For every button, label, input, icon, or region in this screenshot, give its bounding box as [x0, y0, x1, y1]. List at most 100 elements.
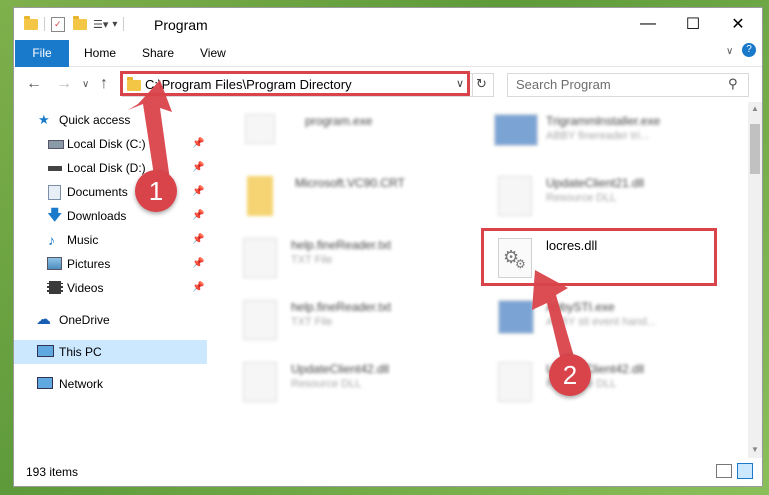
nav-item-quick-access[interactable]: ★ Quick access [14, 108, 207, 132]
file-item[interactable]: UpdateClient42.dll Resource DLL [486, 356, 726, 412]
computer-icon [37, 345, 54, 357]
file-description: TXT File [291, 316, 333, 328]
forward-button[interactable]: → [56, 75, 72, 93]
documents-icon [48, 185, 61, 200]
file-name: Microsoft.VC90.CRT [295, 176, 405, 190]
callout-2: 2 [549, 354, 591, 396]
pin-icon[interactable]: 📌 [192, 228, 204, 252]
nav-item-downloads[interactable]: 🡇 Downloads 📌 [14, 204, 207, 228]
file-item[interactable]: UpdateClient42.dll Resource DLL [231, 356, 471, 412]
maximize-button[interactable]: ☐ [670, 8, 716, 40]
tab-share[interactable]: Share [130, 40, 186, 66]
divider [123, 17, 125, 31]
tab-home[interactable]: Home [72, 40, 128, 66]
pin-icon[interactable]: 📌 [192, 132, 204, 156]
file-description: Resource DLL [546, 192, 617, 204]
nav-item-music[interactable]: ♪ Music 📌 [14, 228, 207, 252]
nav-item-local-disk-c[interactable]: Local Disk (C:) 📌 [14, 132, 207, 156]
folder-icon [24, 15, 38, 30]
file-name: UpdateClient21.dll [546, 176, 645, 190]
divider [472, 74, 473, 96]
file-name: help.fineReader.txt [291, 238, 392, 252]
pin-icon[interactable]: 📌 [192, 276, 204, 300]
scrollbar-thumb[interactable] [750, 124, 760, 174]
nav-item-this-pc[interactable]: This PC [14, 340, 207, 364]
nav-label: Quick access [59, 113, 131, 127]
vertical-scrollbar[interactable]: ▲ ▼ [748, 102, 762, 458]
tab-view[interactable]: View [188, 40, 238, 66]
file-item[interactable]: AbbySTI.exe ABBY sti event hand... [486, 294, 726, 350]
file-name: Trigrammlnstaller.exe [546, 114, 661, 128]
back-button[interactable]: ← [26, 75, 42, 93]
scroll-down-icon[interactable]: ▼ [751, 445, 759, 454]
pin-icon[interactable]: 📌 [192, 252, 204, 276]
up-button[interactable]: ↑ [100, 75, 108, 93]
quick-access-toolbar: ✓ ☰▾ ▾ [24, 15, 130, 32]
file-item[interactable]: UpdateClient21.dll Resource DLL [486, 170, 726, 226]
large-icons-view-icon[interactable] [737, 463, 753, 479]
nav-label: Downloads [67, 209, 127, 223]
text-file-icon [243, 238, 277, 278]
nav-label: This PC [59, 345, 102, 359]
properties-icon[interactable]: ✓ [51, 16, 65, 32]
address-row: ← → ∨ ↑ C:\Program Files\Program Directo… [14, 67, 762, 101]
navigation-pane: ★ Quick access Local Disk (C:) 📌 Local D… [14, 102, 207, 458]
file-name: UpdateClient42.dll [291, 362, 390, 376]
scroll-up-icon[interactable]: ▲ [751, 104, 759, 113]
file-description: TXT File [291, 254, 333, 266]
callout-1: 1 [135, 170, 177, 212]
chevron-down-icon[interactable]: ▾ [112, 19, 117, 30]
exe-icon [498, 300, 534, 334]
dll-icon [498, 176, 532, 216]
search-placeholder: Search Program [516, 77, 611, 92]
nav-item-local-disk-d[interactable]: Local Disk (D:) 📌 [14, 156, 207, 180]
nav-item-pictures[interactable]: Pictures 📌 [14, 252, 207, 276]
drive-icon [48, 140, 64, 149]
nav-item-network[interactable]: Network [14, 372, 207, 396]
help-icon[interactable]: ? [742, 43, 756, 57]
address-highlight [120, 71, 470, 96]
pin-icon[interactable]: 📌 [192, 204, 204, 228]
ribbon-tabs: File Home Share View ∨ ? [14, 40, 762, 96]
file-item[interactable]: program.exe [231, 108, 471, 164]
installer-icon [494, 114, 538, 146]
new-folder-icon[interactable] [73, 15, 87, 30]
file-item[interactable]: Microsoft.VC90.CRT [231, 170, 471, 226]
pictures-icon [47, 257, 62, 270]
file-description: Resource DLL [291, 378, 362, 390]
nav-label: Local Disk (D:) [67, 161, 146, 175]
nav-item-videos[interactable]: Videos 📌 [14, 276, 207, 300]
item-count: 193 items [26, 465, 79, 479]
file-item[interactable]: help.fineReader.txt TXT File [231, 232, 471, 288]
pin-icon[interactable]: 📌 [192, 180, 204, 204]
folder-icon [247, 176, 273, 216]
window-title: Program [154, 17, 208, 33]
status-bar: 193 items [14, 458, 762, 486]
refresh-icon[interactable]: ↻ [476, 76, 487, 92]
file-item[interactable]: Trigrammlnstaller.exe ABBY finereader tr… [486, 108, 726, 164]
minimize-button[interactable]: — [625, 8, 671, 40]
download-icon: 🡇 [47, 207, 63, 224]
close-button[interactable]: ✕ [715, 8, 761, 40]
customize-icon[interactable]: ☰▾ [93, 18, 108, 31]
search-icon[interactable]: ⚲ [728, 76, 738, 92]
details-view-icon[interactable] [716, 464, 732, 478]
file-name: program.exe [305, 114, 373, 128]
nav-item-documents[interactable]: Documents 📌 [14, 180, 207, 204]
search-input[interactable]: Search Program ⚲ [507, 73, 749, 97]
file-description: ABBY sti event hand... [546, 316, 656, 328]
nav-label: Music [67, 233, 99, 247]
videos-icon [47, 281, 63, 294]
file-item[interactable]: help.fineReader.txt TXT File [231, 294, 471, 350]
nav-label: Local Disk (C:) [67, 137, 146, 151]
expand-ribbon-icon[interactable]: ∨ [726, 46, 733, 57]
pin-icon[interactable]: 📌 [192, 156, 204, 180]
title-bar: ✓ ☰▾ ▾ Program — ☐ ✕ [14, 8, 762, 40]
divider [44, 17, 45, 31]
nav-item-onedrive[interactable]: ☁ OneDrive [14, 308, 207, 332]
nav-label: Pictures [67, 257, 111, 271]
dll-icon [243, 362, 277, 402]
recent-locations-icon[interactable]: ∨ [82, 79, 89, 90]
dll-icon [498, 362, 532, 402]
nav-label: Videos [67, 281, 104, 295]
